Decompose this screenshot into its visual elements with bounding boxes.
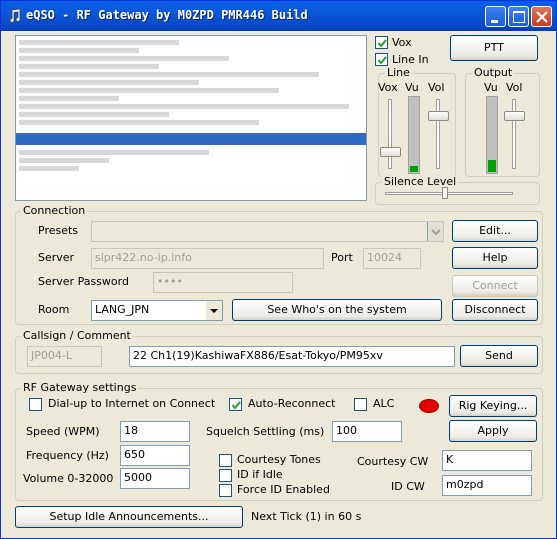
alc-label: ALC — [373, 397, 395, 410]
auto-reconnect-label: Auto-Reconnect — [248, 397, 336, 410]
title-bar[interactable]: eQSO - RF Gateway by M0ZPD PMR446 Build — [1, 1, 556, 31]
line-vox-label: Vox — [378, 81, 398, 94]
line-group-label: Line — [385, 66, 412, 79]
id-cw-label: ID CW — [391, 480, 425, 493]
room-value: LANG_JPN — [95, 303, 150, 316]
dialup-label: Dial-up to Internet on Connect — [48, 397, 216, 410]
checkmark-icon — [231, 401, 241, 410]
output-vu-meter — [486, 96, 498, 174]
force-id-checkbox[interactable] — [219, 484, 232, 497]
output-vol-slider-thumb[interactable] — [504, 111, 525, 121]
main-window: eQSO - RF Gateway by M0ZPD PMR446 Build … — [0, 0, 557, 539]
rig-keying-button[interactable]: Rig Keying... — [449, 395, 537, 417]
chevron-down-icon[interactable] — [427, 222, 443, 241]
courtesy-cw-label: Courtesy CW — [357, 455, 429, 468]
line-vu-meter — [408, 96, 420, 174]
speed-label: Speed (WPM) — [26, 425, 100, 438]
next-tick-status: Next Tick (1) in 60 s — [251, 510, 362, 523]
minimize-icon — [491, 20, 498, 23]
presets-label: Presets — [38, 224, 79, 237]
speed-field[interactable]: 18 — [120, 421, 190, 442]
help-button[interactable]: Help — [452, 247, 538, 269]
message-log[interactable] — [15, 35, 367, 201]
line-in-label: Line In — [392, 53, 429, 66]
room-combo[interactable]: LANG_JPN — [91, 300, 223, 321]
connection-group-label: Connection — [21, 204, 88, 217]
window-title: eQSO - RF Gateway by M0ZPD PMR446 Build — [26, 8, 308, 22]
maximize-icon — [513, 11, 525, 23]
server-field[interactable]: slpr422.no-ip.info — [91, 248, 324, 269]
setup-idle-announcements-button[interactable]: Setup Idle Announcements... — [15, 506, 243, 528]
id-if-idle-checkbox[interactable] — [219, 469, 232, 482]
ptt-button[interactable]: PTT — [450, 35, 538, 61]
close-button[interactable] — [531, 6, 552, 27]
output-group-label: Output — [472, 66, 515, 79]
callsign-field[interactable]: JP004-L — [27, 346, 102, 367]
alc-checkbox[interactable] — [354, 398, 367, 411]
line-in-checkbox[interactable] — [375, 53, 388, 66]
note-icon — [7, 8, 23, 24]
squelch-label: Squelch Settling (ms) — [206, 425, 325, 438]
minimize-button[interactable] — [485, 6, 506, 27]
vox-label: Vox — [392, 36, 412, 49]
output-vu-label: Vu — [484, 81, 498, 94]
id-if-idle-label: ID if Idle — [237, 468, 283, 481]
vox-checkbox[interactable] — [375, 36, 388, 49]
volume-field[interactable]: 5000 — [120, 468, 190, 489]
maximize-button[interactable] — [508, 6, 529, 27]
chevron-down-icon[interactable] — [206, 301, 222, 320]
frequency-label: Frequency (Hz) — [26, 449, 109, 462]
whos-on-button[interactable]: See Who's on the system — [232, 299, 442, 321]
presets-combo[interactable] — [91, 221, 444, 242]
log-selected-row[interactable] — [16, 133, 366, 145]
status-led — [419, 399, 439, 413]
server-label: Server — [38, 251, 75, 264]
server-password-field[interactable]: •••• — [153, 272, 293, 293]
line-vu-label: Vu — [405, 81, 419, 94]
output-vol-label: Vol — [506, 81, 523, 94]
line-vol-slider-track[interactable] — [436, 99, 440, 169]
squelch-field[interactable]: 100 — [332, 421, 402, 442]
silence-slider-track[interactable] — [385, 192, 513, 195]
volume-label: Volume 0-32000 — [23, 472, 114, 485]
dialup-checkbox[interactable] — [29, 398, 42, 411]
frequency-field[interactable]: 650 — [120, 445, 190, 466]
courtesy-tones-label: Courtesy Tones — [237, 453, 321, 466]
force-id-label: Force ID Enabled — [237, 483, 330, 496]
output-group: Output — [465, 66, 540, 177]
checkmark-icon — [377, 39, 387, 48]
callsign-group-label: Callsign / Comment — [21, 329, 133, 342]
courtesy-cw-field[interactable]: K — [442, 450, 532, 471]
server-password-label: Server Password — [38, 275, 129, 288]
port-field[interactable]: 10024 — [363, 248, 421, 269]
id-cw-field[interactable]: m0zpd — [442, 475, 532, 496]
silence-slider-thumb[interactable] — [442, 187, 448, 199]
line-vol-slider-thumb[interactable] — [428, 111, 449, 121]
courtesy-tones-checkbox[interactable] — [219, 454, 232, 467]
room-label: Room — [38, 303, 70, 316]
send-button[interactable]: Send — [460, 345, 538, 367]
output-vol-slider-track[interactable] — [512, 99, 516, 169]
port-label: Port — [331, 251, 353, 264]
close-icon — [536, 11, 548, 23]
connect-button[interactable]: Connect — [452, 275, 538, 297]
line-vol-label: Vol — [428, 81, 445, 94]
edit-presets-button[interactable]: Edit... — [452, 220, 538, 242]
apply-button[interactable]: Apply — [449, 420, 537, 442]
disconnect-button[interactable]: Disconnect — [452, 299, 538, 321]
line-vu-level — [410, 165, 418, 172]
comment-field[interactable]: 22 Ch1(19)KashiwaFX886/Esat-Tokyo/PM95xv — [129, 346, 455, 367]
rf-gateway-group-label: RF Gateway settings — [21, 381, 139, 394]
output-vu-level — [488, 159, 496, 172]
line-vox-slider-thumb[interactable] — [380, 147, 401, 157]
auto-reconnect-checkbox[interactable] — [229, 398, 242, 411]
line-vox-slider-track[interactable] — [388, 99, 392, 169]
